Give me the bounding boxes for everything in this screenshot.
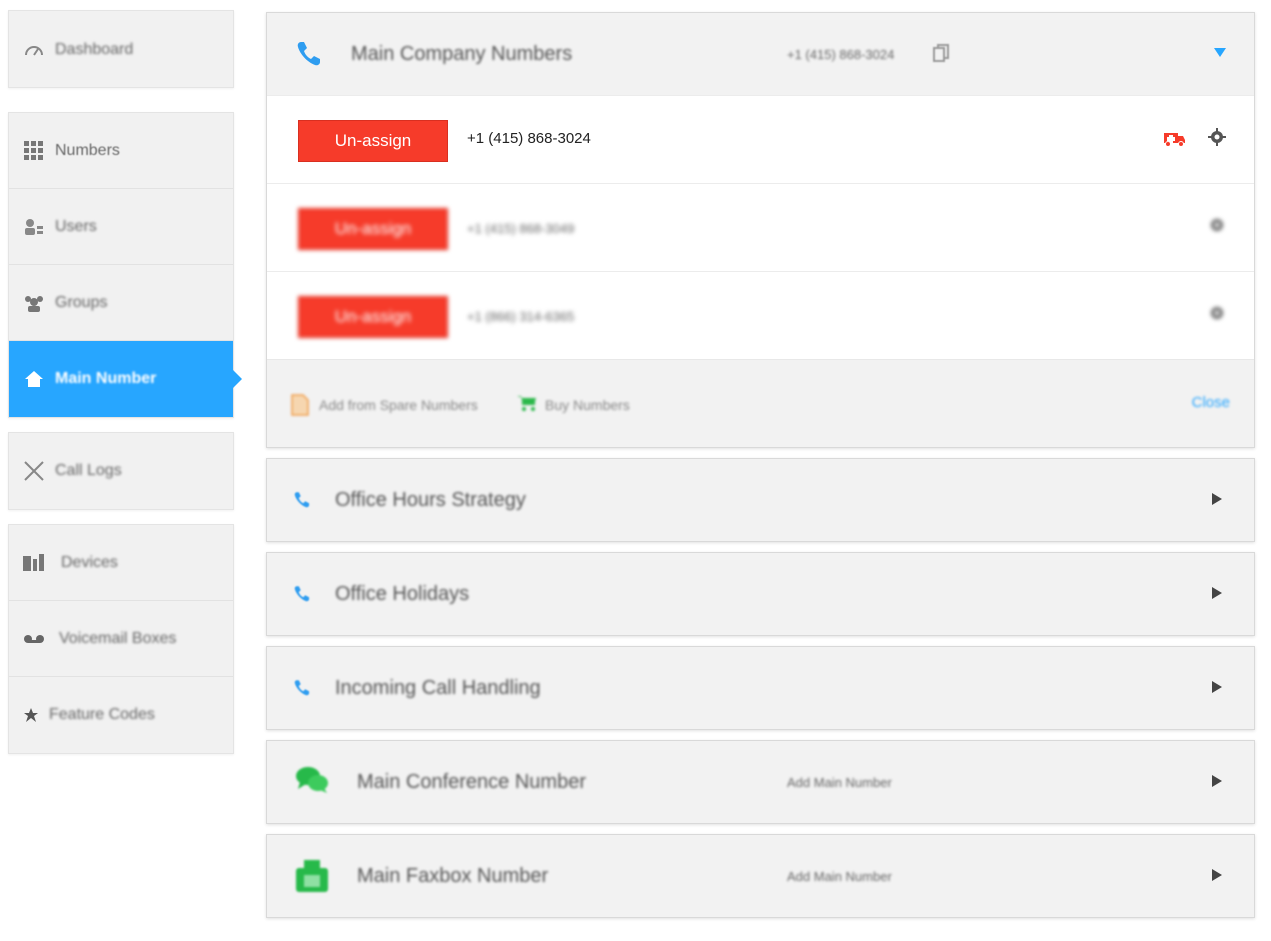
- close-link[interactable]: Close: [1192, 394, 1230, 411]
- grid-icon: [23, 140, 45, 162]
- phone-icon: [295, 40, 323, 68]
- sidebar-item-main-number[interactable]: Main Number: [9, 341, 242, 417]
- number-row: Un-assign +1 (866) 314-6365: [267, 271, 1254, 359]
- buy-numbers-label: Buy Numbers: [545, 397, 630, 413]
- number-row: Un-assign +1 (415) 868-3024: [267, 95, 1254, 183]
- phone-icon: [293, 585, 311, 603]
- chevron-right-icon[interactable]: [1212, 869, 1222, 881]
- nav-group-main: Numbers Users Groups Main Number: [8, 112, 242, 418]
- sidebar-item-voicemail[interactable]: Voicemail Boxes: [9, 601, 233, 677]
- cart-icon: [517, 394, 537, 416]
- section-main-faxbox[interactable]: Main Faxbox Number Add Main Number: [266, 834, 1255, 918]
- gear-icon[interactable]: [1208, 128, 1226, 146]
- section-office-hours[interactable]: Office Hours Strategy: [266, 458, 1255, 542]
- buy-numbers-link[interactable]: Buy Numbers: [517, 394, 630, 416]
- unassign-button[interactable]: Un-assign: [298, 120, 448, 162]
- section-title: Incoming Call Handling: [335, 677, 541, 699]
- section-incoming-call-handling[interactable]: Incoming Call Handling: [266, 646, 1255, 730]
- dashboard-icon: [23, 39, 45, 61]
- unassign-button[interactable]: Un-assign: [298, 296, 448, 338]
- emergency-icon[interactable]: [1164, 129, 1186, 147]
- unassign-button[interactable]: Un-assign: [298, 208, 448, 250]
- sidebar-item-dashboard[interactable]: Dashboard: [9, 11, 233, 89]
- call-logs-icon: [23, 460, 45, 482]
- chat-icon: [295, 765, 329, 799]
- star-icon: [23, 704, 39, 726]
- sidebar-item-label: Voicemail Boxes: [59, 629, 177, 647]
- copy-icon[interactable]: [933, 44, 949, 62]
- sidebar-item-users[interactable]: Users: [9, 189, 233, 265]
- sidebar-item-label: Dashboard: [55, 41, 134, 58]
- sidebar-item-label: Feature Codes: [49, 706, 155, 723]
- sidebar: Dashboard Numbers Users Groups Main Numb…: [8, 10, 242, 754]
- groups-icon: [23, 292, 45, 314]
- sidebar-item-call-logs[interactable]: Call Logs: [9, 433, 233, 509]
- chevron-right-icon[interactable]: [1212, 587, 1222, 599]
- main-company-header[interactable]: Main Company Numbers +1 (415) 868-3024: [267, 13, 1254, 95]
- chevron-right-icon[interactable]: [1212, 681, 1222, 693]
- voicemail-icon: [23, 628, 45, 650]
- add-spare-numbers-link[interactable]: Add from Spare Numbers: [291, 394, 478, 416]
- add-main-number-link[interactable]: Add Main Number: [787, 775, 892, 790]
- sidebar-item-label: Call Logs: [55, 462, 122, 479]
- nav-group-devices: Devices Voicemail Boxes Feature Codes: [8, 524, 234, 754]
- chevron-right-icon[interactable]: [1212, 775, 1222, 787]
- chevron-right-icon[interactable]: [1212, 493, 1222, 505]
- nav-group-dashboard: Dashboard: [8, 10, 234, 88]
- add-main-number-link[interactable]: Add Main Number: [787, 869, 892, 884]
- devices-icon: [23, 552, 45, 574]
- home-icon: [23, 368, 45, 390]
- sidebar-item-label: Devices: [61, 553, 118, 571]
- number-row: Un-assign +1 (415) 868-3049: [267, 183, 1254, 271]
- gear-icon[interactable]: [1208, 304, 1226, 322]
- phone-icon: [293, 679, 311, 697]
- fax-icon: [295, 859, 329, 893]
- nav-group-logs: Call Logs: [8, 432, 234, 510]
- sidebar-item-devices[interactable]: Devices: [9, 525, 233, 601]
- section-office-holidays[interactable]: Office Holidays: [266, 552, 1255, 636]
- panel-title: Main Company Numbers: [351, 43, 573, 65]
- sidebar-item-label: Main Number: [55, 370, 157, 387]
- main-content: Main Company Numbers +1 (415) 868-3024 U…: [266, 12, 1255, 918]
- gear-icon[interactable]: [1208, 216, 1226, 234]
- add-spare-label: Add from Spare Numbers: [319, 397, 478, 413]
- section-title: Main Faxbox Number: [357, 865, 549, 887]
- section-title: Main Conference Number: [357, 771, 586, 793]
- sidebar-item-numbers[interactable]: Numbers: [9, 113, 233, 189]
- main-company-panel: Main Company Numbers +1 (415) 868-3024 U…: [266, 12, 1255, 448]
- section-title: Office Holidays: [335, 583, 470, 605]
- document-icon: [291, 394, 311, 416]
- panel-footer: Add from Spare Numbers Buy Numbers Close: [267, 359, 1254, 447]
- users-icon: [23, 216, 45, 238]
- section-main-conference[interactable]: Main Conference Number Add Main Number: [266, 740, 1255, 824]
- phone-icon: [293, 491, 311, 509]
- phone-number: +1 (415) 868-3049: [467, 221, 575, 236]
- main-number-text: +1 (415) 868-3024: [787, 47, 895, 62]
- phone-number: +1 (415) 868-3024: [467, 130, 591, 147]
- sidebar-item-label: Users: [55, 217, 97, 235]
- sidebar-item-label: Numbers: [55, 141, 120, 159]
- phone-number: +1 (866) 314-6365: [467, 309, 575, 324]
- sidebar-item-groups[interactable]: Groups: [9, 265, 233, 341]
- sidebar-item-label: Groups: [55, 293, 108, 311]
- section-title: Office Hours Strategy: [335, 489, 526, 511]
- chevron-down-icon[interactable]: [1214, 48, 1226, 57]
- sidebar-item-feature-codes[interactable]: Feature Codes: [9, 677, 233, 753]
